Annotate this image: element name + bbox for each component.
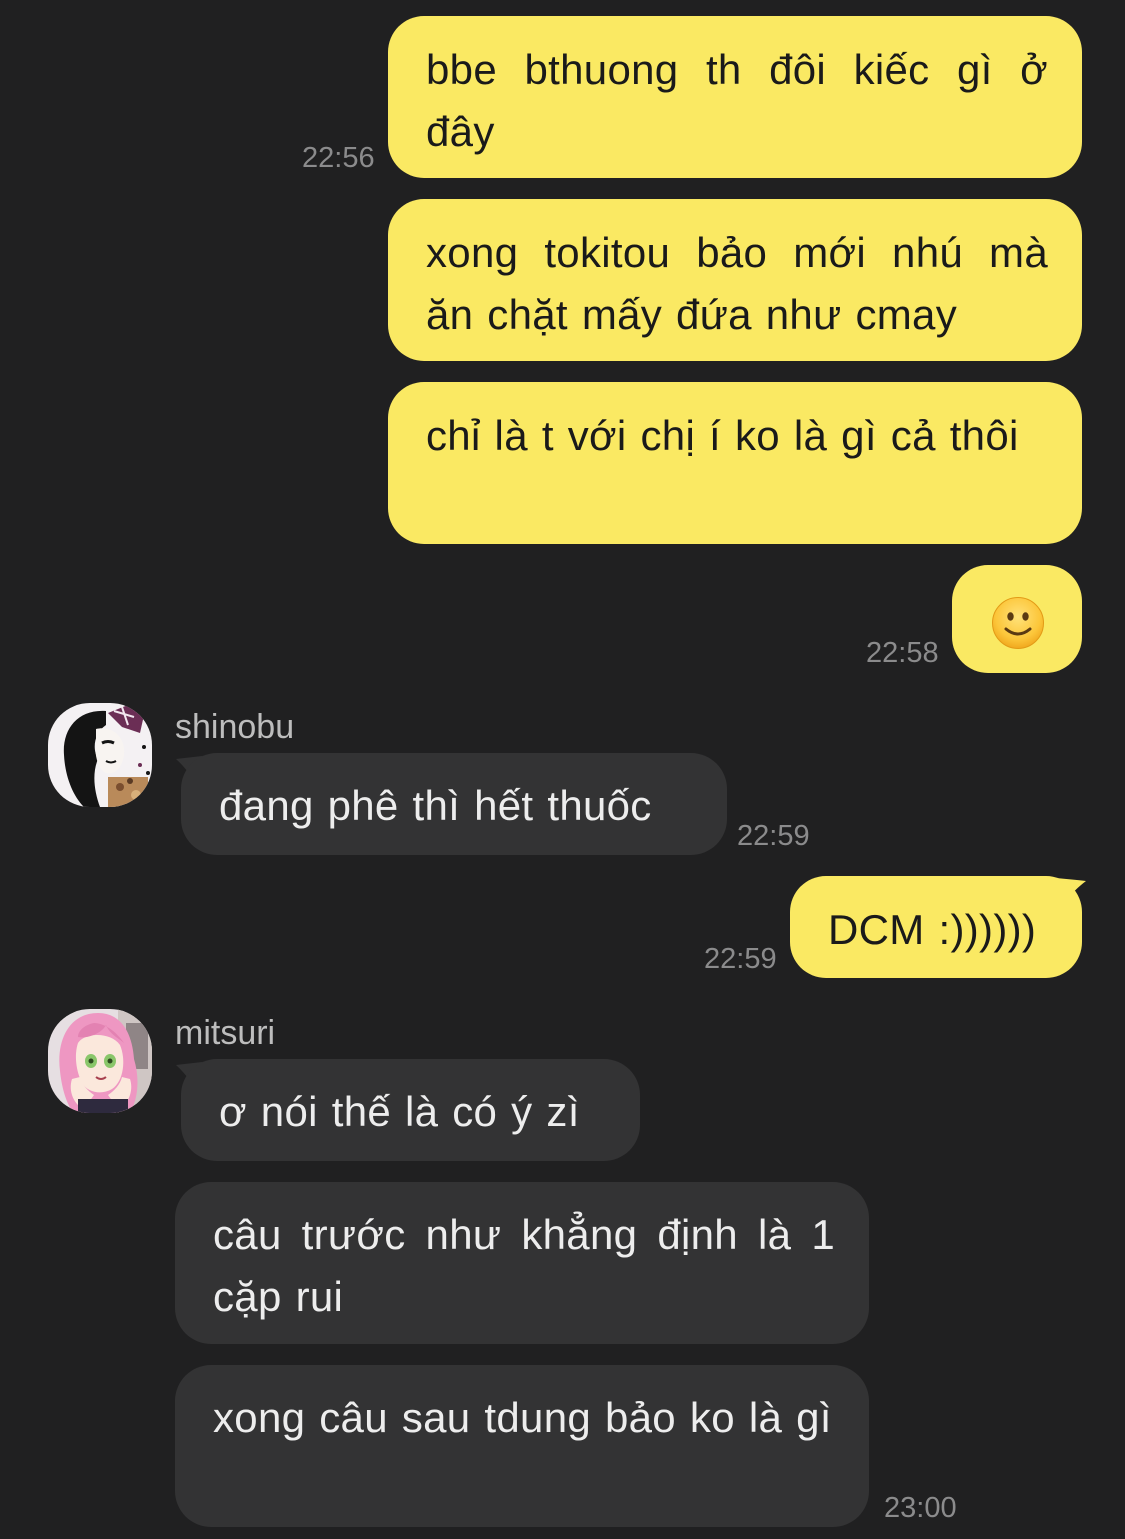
avatar-mitsuri[interactable] [48,1009,152,1113]
message-text: chỉ là t với chị í ko là gì cả thôi [426,412,1019,459]
incoming-message-bubble[interactable]: ơ nói thế là có ý zì [181,1059,640,1161]
sender-name: shinobu [175,708,295,746]
message-timestamp: 23:00 [884,1492,957,1524]
outgoing-message-bubble[interactable]: bbe bthuong th đôi kiếc gì ở đây [388,16,1082,178]
outgoing-message-bubble[interactable]: xong tokitou bảo mới nhú mà ăn chặt mấy … [388,199,1082,361]
message-text: bbe bthuong th đôi kiếc gì ở đây [426,46,1048,155]
message-timestamp: 22:59 [737,820,810,852]
sender-name: mitsuri [175,1014,276,1052]
outgoing-emoji-bubble[interactable] [952,565,1082,673]
incoming-message-bubble[interactable]: xong câu sau tdung bảo ko là gì [175,1365,869,1527]
message-timestamp: 22:58 [866,637,939,669]
incoming-message-bubble[interactable]: đang phê thì hết thuốc [181,753,727,855]
message-text: xong câu sau tdung bảo ko là gì [213,1394,832,1441]
message-text: ơ nói thế là có ý zì [219,1088,580,1135]
message-text: câu trước như khẳng định là 1 cặp rui [213,1211,835,1320]
outgoing-message-bubble[interactable]: DCM :)))))) [790,876,1082,978]
message-timestamp: 22:59 [704,943,777,975]
message-text: DCM :)))))) [828,906,1037,953]
message-text: xong tokitou bảo mới nhú mà ăn chặt mấy … [426,229,1048,338]
avatar-shinobu[interactable] [48,703,152,807]
incoming-message-bubble[interactable]: câu trước như khẳng định là 1 cặp rui [175,1182,869,1344]
message-timestamp: 22:56 [302,142,375,174]
message-text: đang phê thì hết thuốc [219,782,652,829]
outgoing-message-bubble[interactable]: chỉ là t với chị í ko là gì cả thôi [388,382,1082,544]
slightly-smiling-face-icon [992,597,1044,649]
